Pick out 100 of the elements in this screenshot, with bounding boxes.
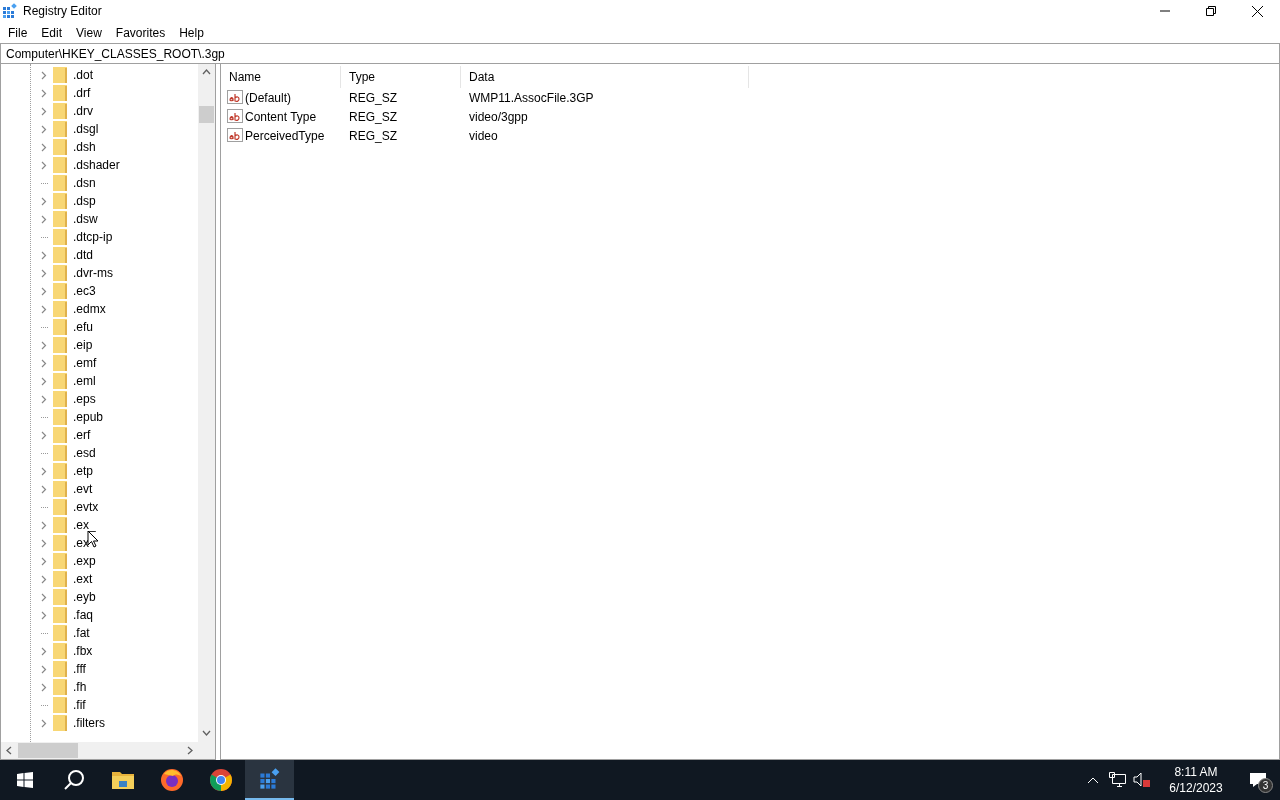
registry-key[interactable]: .ext <box>73 570 93 588</box>
expand-chevron-icon[interactable] <box>41 430 47 440</box>
folder-icon <box>53 463 67 479</box>
expand-chevron-icon[interactable] <box>41 196 47 206</box>
folder-icon <box>53 481 67 497</box>
expand-chevron-icon[interactable] <box>41 394 47 404</box>
expand-chevron-icon[interactable] <box>41 304 47 314</box>
registry-key[interactable]: .ex <box>73 534 89 552</box>
folder-icon <box>53 661 67 677</box>
registry-key[interactable]: .drf <box>73 84 91 102</box>
expand-chevron-icon[interactable] <box>41 268 47 278</box>
registry-key[interactable]: .dsh <box>73 138 96 156</box>
registry-key[interactable]: .edmx <box>73 300 106 318</box>
registry-key[interactable]: .dsgl <box>73 120 99 138</box>
registry-key[interactable]: .filters <box>73 714 105 732</box>
registry-key[interactable]: .dvr-ms <box>73 264 113 282</box>
registry-key[interactable]: .erf <box>73 426 91 444</box>
column-header[interactable]: Type <box>341 66 461 88</box>
expand-chevron-icon[interactable] <box>41 574 47 584</box>
registry-key[interactable]: .efu <box>73 318 93 336</box>
registry-key[interactable]: .fff <box>73 660 86 678</box>
value-name[interactable]: PerceivedType <box>245 126 325 145</box>
expand-chevron-icon[interactable] <box>41 88 47 98</box>
expand-chevron-icon[interactable] <box>41 142 47 152</box>
registry-key[interactable]: .dsp <box>73 192 96 210</box>
chevron-up-icon[interactable] <box>1087 776 1099 784</box>
scroll-thumb[interactable] <box>199 106 214 123</box>
menu-item[interactable]: Help <box>172 23 211 42</box>
column-header[interactable]: Data <box>461 66 749 88</box>
taskbar-button[interactable] <box>245 760 294 800</box>
registry-key[interactable]: .drv <box>73 102 93 120</box>
expand-chevron-icon[interactable] <box>41 214 47 224</box>
registry-key[interactable]: .eml <box>73 372 96 390</box>
scroll-thumb[interactable] <box>18 743 78 758</box>
expand-chevron-icon[interactable] <box>41 520 47 530</box>
registry-key[interactable]: .dot <box>73 66 93 84</box>
value-name[interactable]: (Default) <box>245 88 291 107</box>
registry-key[interactable]: .exp <box>73 552 96 570</box>
registry-key[interactable]: .esd <box>73 444 96 462</box>
registry-key[interactable]: .fif <box>73 696 86 714</box>
expand-chevron-icon[interactable] <box>41 124 47 134</box>
expand-chevron-icon[interactable] <box>41 106 47 116</box>
expand-chevron-icon[interactable] <box>41 682 47 692</box>
expand-chevron-icon[interactable] <box>41 664 47 674</box>
registry-key[interactable]: .faq <box>73 606 93 624</box>
expand-chevron-icon[interactable] <box>41 484 47 494</box>
folder-icon <box>53 607 67 623</box>
menu-item[interactable]: View <box>69 23 109 42</box>
registry-key[interactable]: .dtcp-ip <box>73 228 113 246</box>
expand-chevron-icon[interactable] <box>41 538 47 548</box>
expand-chevron-icon[interactable] <box>41 160 47 170</box>
registry-key[interactable]: .dsw <box>73 210 98 228</box>
expand-chevron-icon[interactable] <box>41 646 47 656</box>
registry-key[interactable]: .evt <box>73 480 93 498</box>
registry-key[interactable]: .eyb <box>73 588 96 606</box>
column-header[interactable]: Name <box>221 66 341 88</box>
folder-icon <box>53 391 67 407</box>
folder-icon <box>53 193 67 209</box>
expand-chevron-icon[interactable] <box>41 376 47 386</box>
clock-date[interactable]: 6/12/2023 <box>1169 780 1223 796</box>
expand-chevron-icon[interactable] <box>41 70 47 80</box>
clock-time[interactable]: 8:11 AM <box>1174 764 1218 780</box>
value-name[interactable]: Content Type <box>245 107 317 126</box>
string-value-icon <box>227 108 243 125</box>
expand-chevron-icon[interactable] <box>41 718 47 728</box>
expand-chevron-icon[interactable] <box>41 466 47 476</box>
registry-key[interactable]: .fbx <box>73 642 93 660</box>
menu-item[interactable]: Favorites <box>108 23 173 42</box>
expand-chevron-icon[interactable] <box>41 556 47 566</box>
registry-key[interactable]: .ec3 <box>73 282 96 300</box>
address-bar[interactable]: Computer\HKEY_CLASSES_ROOT\.3gp <box>0 43 1280 64</box>
value-type: REG_SZ <box>348 127 398 145</box>
expand-chevron-icon[interactable] <box>41 592 47 602</box>
registry-key[interactable]: .eip <box>73 336 93 354</box>
registry-key[interactable]: .fat <box>73 624 90 642</box>
menu-item[interactable]: Edit <box>34 23 70 42</box>
expand-chevron-icon[interactable] <box>41 250 47 260</box>
registry-key[interactable]: .evtx <box>73 498 99 516</box>
registry-key[interactable]: .dshader <box>73 156 120 174</box>
folder-icon <box>53 157 67 173</box>
vertical-scrollbar[interactable] <box>198 64 215 742</box>
network-icon[interactable] <box>1109 772 1127 788</box>
expand-chevron-icon[interactable] <box>41 610 47 620</box>
browser-circle-icon <box>208 768 233 792</box>
registry-key[interactable]: .fh <box>73 678 87 696</box>
registry-key[interactable]: .ex_ <box>73 516 96 534</box>
expand-chevron-icon[interactable] <box>41 340 47 350</box>
registry-key[interactable]: .dtd <box>73 246 93 264</box>
expand-chevron-icon[interactable] <box>41 358 47 368</box>
folder-icon <box>53 427 67 443</box>
menu-item[interactable]: File <box>1 23 35 42</box>
registry-key[interactable]: .dsn <box>73 174 96 192</box>
horizontal-scrollbar[interactable] <box>1 742 215 759</box>
registry-key[interactable]: .etp <box>73 462 93 480</box>
registry-key[interactable]: .epub <box>73 408 104 426</box>
expand-chevron-icon[interactable] <box>41 286 47 296</box>
registry-key[interactable]: .eps <box>73 390 96 408</box>
registry-key[interactable]: .emf <box>73 354 97 372</box>
muted-speaker-icon[interactable] <box>1133 772 1151 788</box>
folder-icon <box>53 229 67 245</box>
